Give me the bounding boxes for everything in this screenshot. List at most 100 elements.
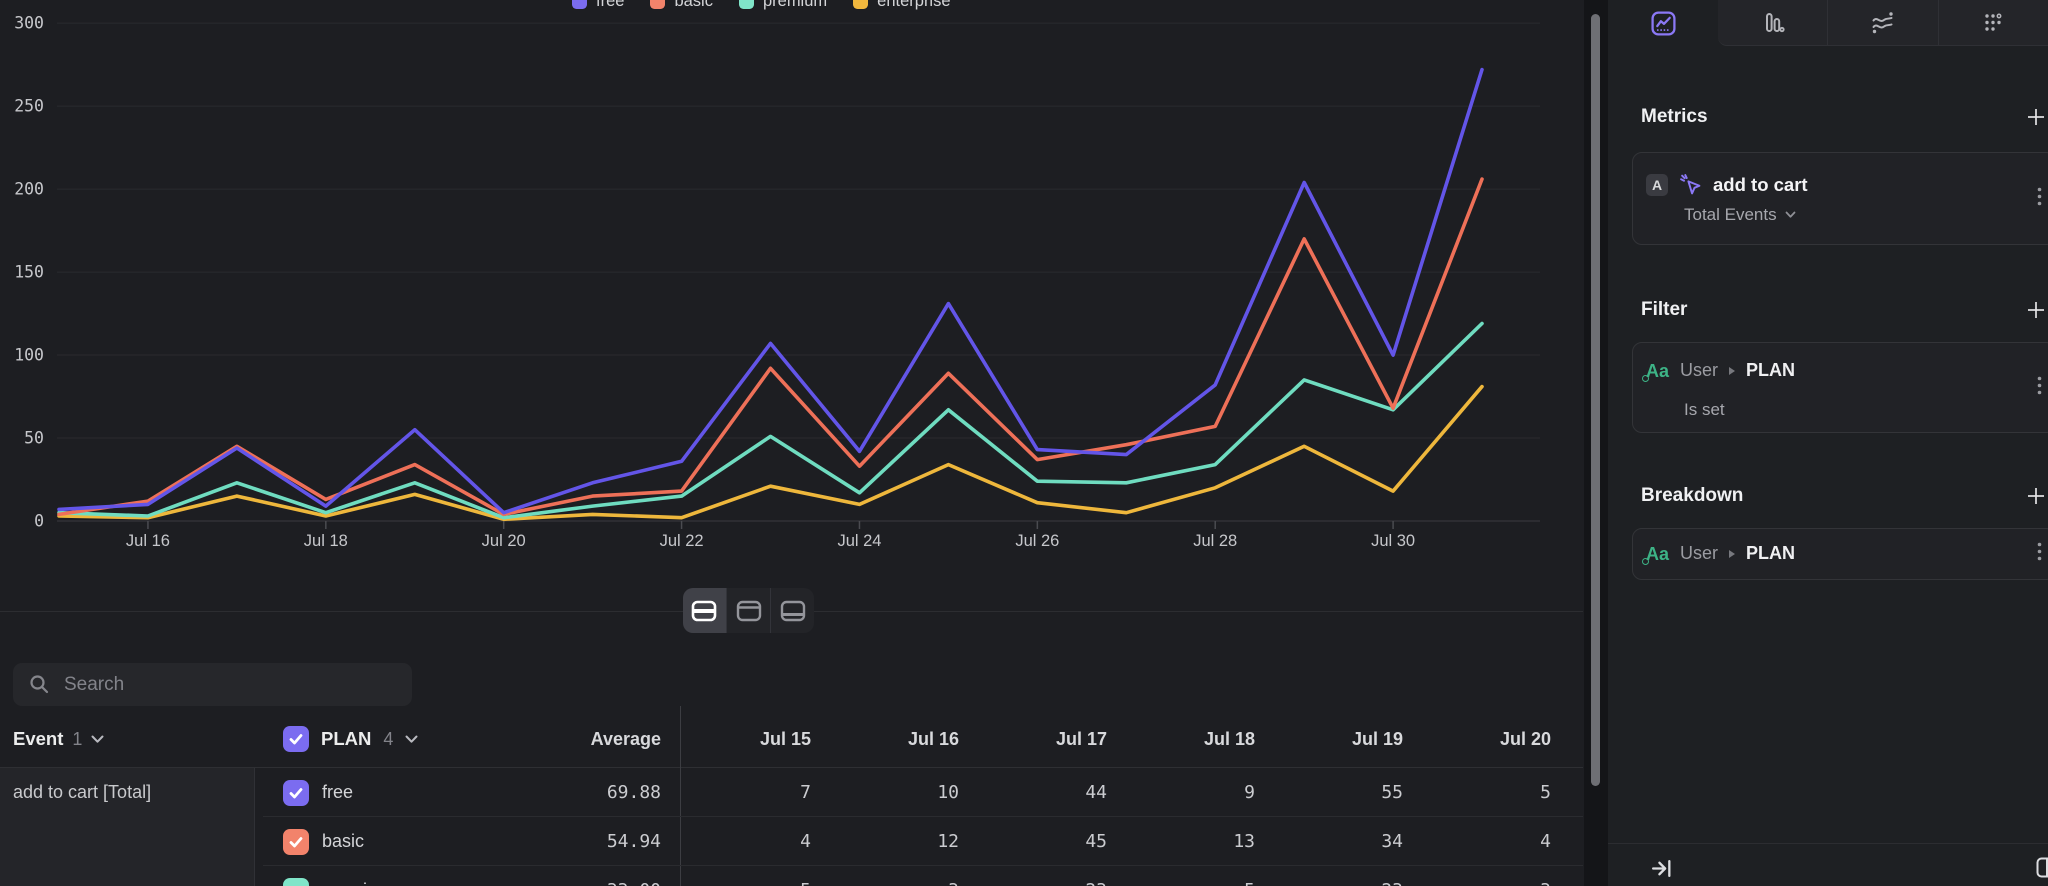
row-checkbox-basic[interactable] bbox=[283, 829, 309, 855]
top-bar-icon bbox=[736, 600, 762, 622]
event-row-label: add to cart [Total] bbox=[13, 782, 151, 802]
plan-header-label: PLAN bbox=[321, 728, 371, 750]
metrics-heading: Metrics bbox=[1641, 106, 1708, 128]
column-header-average[interactable]: Average bbox=[521, 729, 661, 750]
plan-select-all-checkbox[interactable] bbox=[283, 726, 309, 752]
cell-premium-jul-16: 3 bbox=[819, 880, 959, 886]
bar-chart-icon bbox=[1760, 10, 1786, 36]
cell-free-jul-17: 44 bbox=[967, 782, 1107, 803]
add-breakdown-button[interactable] bbox=[2024, 484, 2048, 508]
x-axis-label: Jul 20 bbox=[482, 532, 526, 550]
cell-premium-jul-20: 3 bbox=[1411, 880, 1551, 886]
panel-right-icon bbox=[2036, 857, 2048, 878]
event-header-label: Event bbox=[13, 728, 63, 750]
search-placeholder: Search bbox=[64, 674, 124, 696]
cell-basic-jul-19: 34 bbox=[1263, 831, 1403, 852]
chart-panel: freebasicpremiumenterprise 0501001502002… bbox=[0, 0, 1583, 652]
x-axis-label: Jul 16 bbox=[126, 532, 170, 550]
add-metric-button[interactable] bbox=[2024, 105, 2048, 129]
column-header-jul-19[interactable]: Jul 19 bbox=[1263, 729, 1403, 750]
column-header-jul-15[interactable]: Jul 15 bbox=[671, 729, 811, 750]
plus-icon bbox=[2027, 301, 2045, 319]
breakdown-card[interactable]: Aa User PLAN bbox=[1632, 528, 2048, 580]
tab-stream-chart[interactable] bbox=[1828, 0, 1937, 45]
cell-basic-jul-15: 4 bbox=[671, 831, 811, 852]
row-checkbox-free[interactable] bbox=[283, 780, 309, 806]
layout-bottom-bar-button[interactable] bbox=[771, 588, 814, 633]
add-filter-button[interactable] bbox=[2024, 298, 2048, 322]
y-axis-label: 150 bbox=[14, 263, 44, 282]
tab-bar-chart[interactable] bbox=[1718, 0, 1827, 45]
plan-header-count: 4 bbox=[383, 729, 393, 750]
checkmark-icon bbox=[288, 731, 304, 747]
column-header-jul-17[interactable]: Jul 17 bbox=[967, 729, 1107, 750]
cell-free-average: 69.88 bbox=[521, 782, 661, 803]
cell-free-jul-16: 10 bbox=[819, 782, 959, 803]
breakdown-heading: Breakdown bbox=[1641, 485, 1743, 507]
event-row-cell[interactable]: add to cart [Total] bbox=[0, 768, 255, 886]
cursor-click-icon bbox=[1679, 173, 1702, 196]
cell-basic-jul-16: 12 bbox=[819, 831, 959, 852]
analytics-app: freebasicpremiumenterprise 0501001502002… bbox=[0, 0, 2048, 886]
column-header-jul-20[interactable]: Jul 20 bbox=[1411, 729, 1551, 750]
kebab-icon bbox=[2037, 187, 2042, 206]
collapse-sidebar-button[interactable] bbox=[1650, 857, 1673, 885]
arrow-to-bar-icon bbox=[1650, 857, 1673, 880]
x-axis-label: Jul 22 bbox=[660, 532, 704, 550]
cell-premium-jul-15: 5 bbox=[671, 880, 811, 886]
chevron-down-icon[interactable] bbox=[405, 735, 418, 744]
y-axis-label: 200 bbox=[14, 180, 44, 199]
series-line-enterprise[interactable] bbox=[59, 387, 1482, 520]
breakdown-menu-button[interactable] bbox=[2037, 542, 2042, 566]
text-property-icon: Aa bbox=[1646, 545, 1669, 563]
event-header-count: 1 bbox=[72, 729, 82, 750]
cell-basic-jul-17: 45 bbox=[967, 831, 1107, 852]
line-chart[interactable]: 050100150200250300Jul 16Jul 18Jul 20Jul … bbox=[0, 0, 1583, 652]
tab-dots-grid[interactable] bbox=[1939, 0, 2048, 45]
line-chart-icon bbox=[1650, 10, 1677, 37]
cell-premium-jul-18: 5 bbox=[1115, 880, 1255, 886]
metric-measure-dropdown[interactable]: Total Events bbox=[1684, 205, 1796, 225]
column-header-jul-16[interactable]: Jul 16 bbox=[819, 729, 959, 750]
filter-condition-label: Is set bbox=[1684, 400, 1725, 420]
breakdown-entity: User bbox=[1680, 543, 1718, 564]
column-header-jul-18[interactable]: Jul 18 bbox=[1115, 729, 1255, 750]
series-line-premium[interactable] bbox=[59, 324, 1482, 518]
bottom-bar-icon bbox=[780, 600, 806, 622]
filter-condition-dropdown[interactable]: Is set bbox=[1684, 400, 1725, 420]
checkmark-icon bbox=[288, 785, 304, 801]
panel-layout-button[interactable] bbox=[2036, 857, 2048, 883]
filter-card[interactable]: Aa User PLAN Is set bbox=[1632, 342, 2048, 433]
x-axis-label: Jul 18 bbox=[304, 532, 348, 550]
layout-split-rows-button[interactable] bbox=[683, 588, 726, 633]
event-column-header[interactable]: Event 1 bbox=[13, 726, 104, 752]
plan-column-header: PLAN 4 bbox=[283, 726, 418, 752]
scrollbar-track[interactable] bbox=[1584, 0, 1608, 886]
search-input[interactable]: Search bbox=[13, 663, 412, 706]
sidebar-tab-strip bbox=[1718, 0, 2048, 46]
tab-line-chart[interactable] bbox=[1608, 0, 1718, 46]
cell-free-jul-20: 5 bbox=[1411, 782, 1551, 803]
metric-measure-label: Total Events bbox=[1684, 205, 1777, 225]
checkmark-icon bbox=[288, 834, 304, 850]
scrollbar-thumb[interactable] bbox=[1591, 14, 1600, 786]
filter-menu-button[interactable] bbox=[2037, 376, 2042, 400]
cell-basic-jul-18: 13 bbox=[1115, 831, 1255, 852]
y-axis-label: 250 bbox=[14, 97, 44, 116]
query-sidebar: Metrics A add to cart Total Events bbox=[1608, 0, 2048, 886]
filter-property: PLAN bbox=[1746, 360, 1795, 381]
layout-toggle-group bbox=[683, 588, 814, 633]
row-checkbox-premium[interactable] bbox=[283, 878, 309, 886]
cell-free-jul-19: 55 bbox=[1263, 782, 1403, 803]
metric-menu-button[interactable] bbox=[2037, 187, 2042, 211]
metric-badge: A bbox=[1646, 174, 1668, 196]
breakdown-property: PLAN bbox=[1746, 543, 1795, 564]
row-label-basic: basic bbox=[322, 831, 364, 852]
layout-top-bar-button[interactable] bbox=[727, 588, 770, 633]
search-icon bbox=[29, 674, 50, 695]
metric-card[interactable]: A add to cart Total Events bbox=[1632, 152, 2048, 245]
cell-free-jul-15: 7 bbox=[671, 782, 811, 803]
series-line-free[interactable] bbox=[59, 70, 1482, 513]
y-axis-label: 50 bbox=[24, 429, 44, 448]
dots-grid-icon bbox=[1980, 10, 2006, 36]
